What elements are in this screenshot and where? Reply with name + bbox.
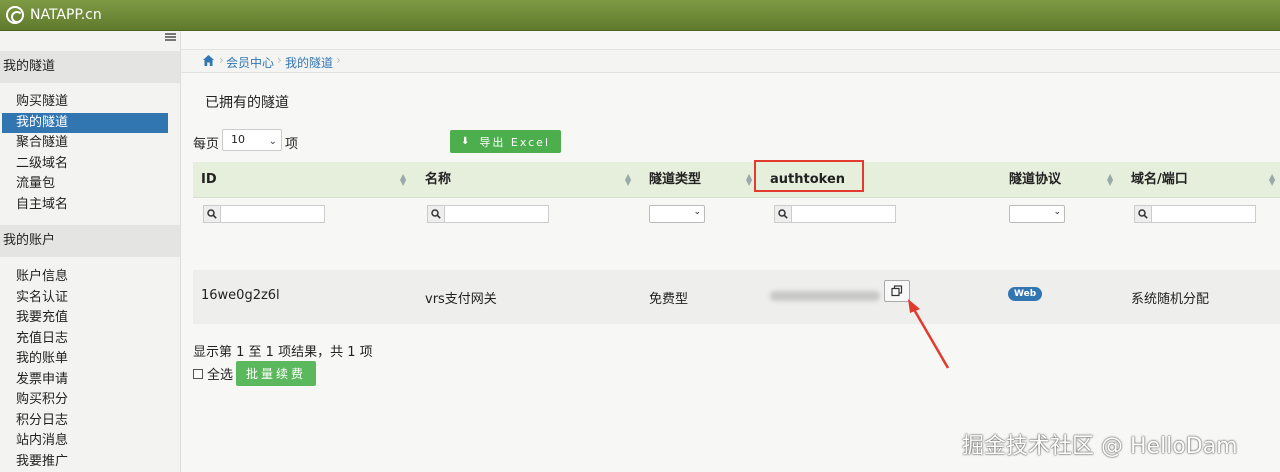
filter-protocol-select[interactable]: ⌄ [1009, 205, 1065, 223]
sidebar-account-list: 账户信息 实名认证 我要充值 充值日志 我的账单 发票申请 购买积分 积分日志 … [0, 267, 180, 472]
page-length-value: 10 [231, 133, 245, 146]
page-length-unit: 项 [285, 137, 299, 152]
sidebar-tunnel-list: 购买隧道 我的隧道 聚合隧道 二级域名 流量包 自主域名 [0, 92, 180, 215]
breadcrumb: › 会员中心 › 我的隧道 › [181, 49, 1280, 73]
filter-domain-input[interactable] [1152, 205, 1256, 223]
table-info: 显示第 1 至 1 项结果，共 1 项 [193, 345, 373, 360]
natapp-logo-icon [6, 6, 24, 24]
filter-id[interactable] [203, 205, 325, 225]
sidebar-item-promotion[interactable]: 我要推广 [2, 452, 168, 472]
select-all-checkbox[interactable] [193, 368, 203, 379]
select-all-label: 全选 [207, 368, 234, 383]
page-length-select[interactable]: 10 ⌄ [222, 129, 282, 151]
brand-title: NATAPP.cn [30, 7, 102, 23]
chevron-down-icon: ⌄ [268, 136, 277, 147]
breadcrumb-separator: › [219, 53, 224, 67]
filter-id-input[interactable] [221, 205, 325, 223]
export-excel-label: 导出 Excel [479, 135, 551, 149]
sidebar-item-my-tunnels[interactable]: 我的隧道 [2, 112, 168, 133]
page-title: 已拥有的隧道 [205, 95, 289, 111]
authtoken-highlight-box [754, 160, 864, 192]
filter-authtoken-input[interactable] [792, 205, 896, 223]
sort-icon[interactable]: ▲ ▼ [400, 173, 406, 187]
filter-name[interactable] [427, 205, 549, 225]
sidebar-item-bills[interactable]: 我的账单 [2, 349, 168, 370]
column-header-domain[interactable]: 域名/端口 [1131, 162, 1188, 198]
sidebar-section-tunnels[interactable]: 我的隧道 [0, 51, 180, 83]
sort-icon[interactable]: ▲ ▼ [625, 173, 631, 187]
sidebar-section-account[interactable]: 我的账户 [0, 225, 180, 257]
sidebar-item-verification[interactable]: 实名认证 [2, 288, 168, 309]
sort-icon[interactable]: ▲ ▼ [1107, 173, 1113, 187]
sidebar-item-traffic-pack[interactable]: 流量包 [2, 174, 168, 195]
sidebar: 我的隧道 购买隧道 我的隧道 聚合隧道 二级域名 流量包 自主域名 我的账户 账… [0, 31, 181, 472]
sort-icon[interactable]: ▲ ▼ [1269, 173, 1275, 187]
chevron-down-icon: ⌄ [1053, 207, 1061, 217]
breadcrumb-separator: › [336, 53, 341, 67]
sidebar-item-recharge-log[interactable]: 充值日志 [2, 329, 168, 350]
table-row: 16we0g2z6l vrs支付网关 免费型 Web 系统随机分配 [193, 270, 1280, 324]
select-all[interactable]: 全选 [193, 364, 233, 383]
sidebar-item-invoice[interactable]: 发票申请 [2, 370, 168, 391]
filter-authtoken[interactable] [774, 205, 896, 225]
sidebar-item-points-log[interactable]: 积分日志 [2, 411, 168, 432]
sidebar-item-buy-tunnel[interactable]: 购买隧道 [2, 92, 168, 113]
protocol-badge: Web [1008, 287, 1043, 301]
search-icon [1134, 205, 1152, 223]
export-excel-button[interactable]: ⬇ 导出 Excel [450, 130, 561, 153]
authtoken-redacted [770, 291, 880, 301]
filter-row: ⌄ ⌄ [193, 198, 1280, 268]
column-header-id[interactable]: ID [201, 162, 217, 198]
column-header-type[interactable]: 隧道类型 [649, 162, 701, 198]
column-header-protocol[interactable]: 隧道协议 [1009, 162, 1061, 198]
cell-type: 免费型 [649, 292, 689, 307]
sidebar-item-account-info[interactable]: 账户信息 [2, 267, 168, 288]
cell-domain: 系统随机分配 [1131, 292, 1210, 307]
search-icon [774, 205, 792, 223]
sort-icon[interactable]: ▲ ▼ [746, 173, 752, 187]
breadcrumb-separator: › [277, 53, 282, 67]
table-header: ID ▲ ▼ 名称 ▲ ▼ 隧道类型 ▲ ▼ authtoken 隧道协议 ▲ ▼ 域名… [193, 162, 1280, 198]
top-navbar: NATAPP.cn [0, 0, 1280, 31]
cell-name: vrs支付网关 [425, 292, 497, 307]
column-header-name[interactable]: 名称 [425, 162, 451, 198]
search-icon [203, 205, 221, 223]
breadcrumb-member-center[interactable]: 会员中心 [226, 54, 274, 71]
main-content: › 会员中心 › 我的隧道 › 已拥有的隧道 每页 10 ⌄ 项 ⬇ 导出 Ex… [181, 31, 1280, 472]
sidebar-collapse-icon[interactable] [165, 33, 176, 41]
sidebar-item-buy-points[interactable]: 购买积分 [2, 390, 168, 411]
page-length-label: 每页 [193, 137, 220, 152]
sidebar-item-aggregate-tunnels[interactable]: 聚合隧道 [2, 133, 168, 154]
filter-domain[interactable] [1134, 205, 1256, 225]
download-icon: ⬇ [460, 136, 472, 147]
cell-id: 16we0g2z6l [201, 288, 280, 303]
brand[interactable]: NATAPP.cn [6, 4, 102, 26]
annotation-arrow-icon [908, 299, 950, 369]
sidebar-item-recharge[interactable]: 我要充值 [2, 308, 168, 329]
home-icon[interactable] [202, 54, 215, 67]
sidebar-item-messages[interactable]: 站内消息 [2, 431, 168, 452]
chevron-down-icon: ⌄ [693, 207, 701, 217]
filter-name-input[interactable] [445, 205, 549, 223]
watermark: 掘金技术社区 @ HelloDam [962, 434, 1238, 459]
filter-type-select[interactable]: ⌄ [649, 205, 705, 223]
search-icon [427, 205, 445, 223]
sidebar-item-subdomains[interactable]: 二级域名 [2, 154, 168, 175]
sidebar-item-custom-domain[interactable]: 自主域名 [2, 195, 168, 216]
breadcrumb-my-tunnels[interactable]: 我的隧道 [285, 54, 333, 71]
batch-renew-button[interactable]: 批量续费 [236, 361, 316, 386]
